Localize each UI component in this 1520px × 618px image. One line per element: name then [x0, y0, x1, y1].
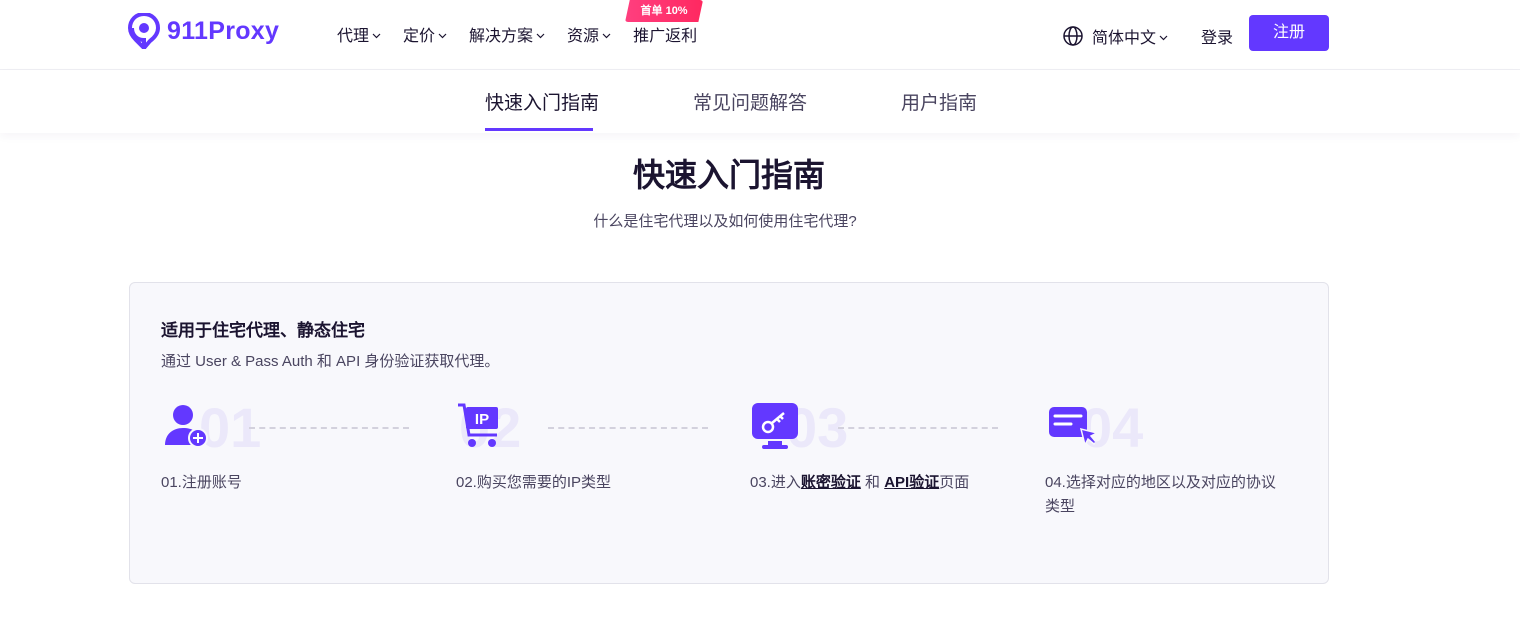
nav-solutions[interactable]: 解决方案 [469, 22, 545, 46]
page-subtitle: 什么是住宅代理以及如何使用住宅代理? [593, 213, 857, 230]
chevron-down-icon [1159, 35, 1168, 40]
register-button[interactable]: 注册 [1249, 15, 1329, 51]
login-link[interactable]: 登录 [1201, 24, 1233, 48]
chevron-down-icon [536, 33, 545, 38]
logo[interactable]: 911Proxy [128, 13, 279, 49]
tab-faq[interactable]: 常见问题解答 [693, 88, 807, 115]
step-text-line-1: 04.选择对应的地区以及对应的协议 [1045, 474, 1276, 491]
step-text: 04.选择对应的地区以及对应的协议 类型 [1045, 471, 1315, 519]
api-auth-link[interactable]: API验证 [884, 474, 939, 491]
main-nav: 代理 定价 解决方案 资源 首单 10% 推广返利 [337, 0, 704, 46]
language-selector[interactable]: 简体中文 [1062, 24, 1168, 48]
logo-text: 911Proxy [167, 16, 280, 45]
nav-affiliate-label: 推广返利 [633, 28, 698, 45]
location-pin-logo-icon [128, 13, 160, 49]
account-auth-link[interactable]: 账密验证 [801, 474, 861, 491]
card-description: 通过 User & Pass Auth 和 API 身份验证获取代理。 [161, 353, 500, 370]
step-connector [249, 427, 409, 429]
svg-text:IP: IP [475, 411, 489, 428]
guide-tabs: 快速入门指南 常见问题解答 用户指南 [0, 70, 1520, 133]
step-text: 01.注册账号 [161, 474, 242, 491]
step-connector [548, 427, 708, 429]
page-title: 快速入门指南 [632, 157, 825, 193]
active-tab-indicator [485, 128, 593, 131]
tab-user-guide[interactable]: 用户指南 [901, 88, 977, 115]
ip-cart-icon: IP [458, 403, 498, 447]
nav-affiliate[interactable]: 首单 10% 推广返利 [625, 0, 704, 46]
step-text-prefix: 03.进入 [750, 474, 801, 491]
language-label: 简体中文 [1092, 30, 1157, 47]
step-text: 02.购买您需要的IP类型 [456, 474, 612, 491]
nav-pricing-label: 定价 [403, 28, 436, 45]
nav-proxy-label: 代理 [337, 28, 370, 45]
promo-badge: 首单 10% [625, 0, 704, 22]
step-connector [838, 427, 998, 429]
globe-icon [1063, 26, 1083, 46]
step-text: 03.进入账密验证 和 API验证页面 [750, 471, 1040, 495]
residential-steps-card: 适用于住宅代理、静态住宅 通过 User & Pass Auth 和 API 身… [129, 282, 1329, 584]
nav-resources[interactable]: 资源 [567, 22, 611, 46]
nav-resources-label: 资源 [567, 28, 600, 45]
form-cursor-icon [1049, 407, 1095, 448]
chevron-down-icon [372, 33, 381, 38]
key-monitor-icon [752, 403, 798, 449]
step-text-line-2: 类型 [1045, 498, 1076, 515]
step-text-mid: 和 [860, 474, 885, 491]
tab-quick-start[interactable]: 快速入门指南 [485, 88, 599, 115]
nav-solutions-label: 解决方案 [469, 28, 534, 45]
step-text-suffix: 页面 [939, 474, 970, 491]
chevron-down-icon [438, 33, 447, 38]
top-header: 911Proxy 代理 定价 解决方案 资源 首单 10% 推广返利 简体中文 … [0, 0, 1520, 69]
nav-proxy[interactable]: 代理 [337, 22, 381, 46]
user-add-icon [165, 405, 208, 448]
card-title: 适用于住宅代理、静态住宅 [161, 321, 365, 340]
nav-pricing[interactable]: 定价 [403, 22, 447, 46]
chevron-down-icon [602, 33, 611, 38]
